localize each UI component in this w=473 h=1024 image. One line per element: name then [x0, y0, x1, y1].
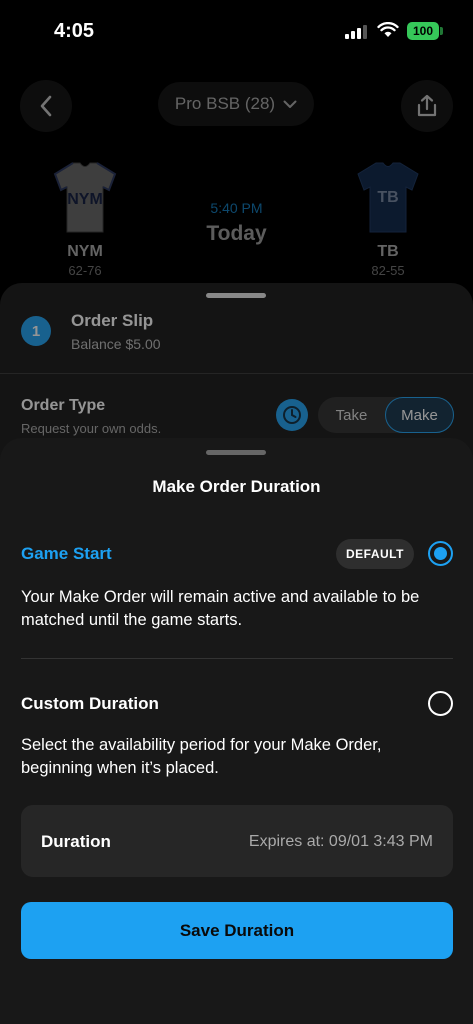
sheet-title: Make Order Duration: [152, 477, 321, 496]
battery-tip: [440, 27, 443, 35]
game-start-radio[interactable]: [428, 541, 453, 566]
order-sheet-grab-handle[interactable]: [206, 293, 266, 298]
cellular-signal-icon: [345, 25, 367, 39]
away-team-record: 62-76: [68, 263, 102, 278]
order-slip-title: Order Slip: [71, 311, 154, 330]
away-jersey-text: NYM: [67, 191, 103, 208]
away-team: NYM NYM 62-76: [45, 160, 125, 278]
game-start-option-title[interactable]: Game Start: [21, 544, 112, 564]
take-option[interactable]: Take: [318, 397, 385, 433]
jersey-icon: TB: [357, 162, 419, 233]
status-time: 4:05: [54, 20, 95, 42]
chevron-left-icon: [40, 95, 52, 117]
default-badge: DEFAULT: [336, 539, 414, 569]
divider: [0, 373, 473, 374]
back-button[interactable]: [20, 80, 72, 132]
league-label: Pro BSB (28): [174, 94, 276, 113]
away-team-abbr: NYM: [67, 243, 103, 260]
order-type-subtitle: Request your own odds.: [21, 421, 162, 436]
slip-count-badge: 1: [21, 316, 51, 346]
home-team-abbr: TB: [377, 243, 399, 260]
league-selector[interactable]: Pro BSB (28): [158, 82, 314, 126]
duration-sheet-grab-handle[interactable]: [206, 450, 266, 455]
share-icon: [417, 94, 437, 117]
balance-label: Balance $5.00: [71, 336, 161, 352]
divider: [21, 658, 453, 659]
make-order-duration-sheet: Make Order Duration Game Start DEFAULT Y…: [0, 438, 473, 1024]
custom-duration-option-title[interactable]: Custom Duration: [21, 694, 159, 714]
game-start-description: Your Make Order will remain active and a…: [21, 588, 420, 629]
expiry-value: Expires at: 09/01 3:43 PM: [248, 833, 433, 850]
game-header: Pro BSB (28) NYM NYM 62-76 5:40 PM Today…: [0, 60, 473, 290]
wifi-icon: [377, 22, 399, 37]
custom-duration-radio[interactable]: [428, 691, 453, 716]
jersey-icon: NYM: [53, 162, 117, 233]
order-type-title: Order Type: [21, 397, 106, 414]
order-type-toggle: Take Make: [318, 397, 454, 433]
chevron-down-icon: [283, 100, 297, 108]
battery-icon: 100: [407, 22, 439, 40]
game-time: 5:40 PM: [210, 200, 263, 216]
status-bar: 4:05 100: [0, 0, 473, 60]
duration-label: Duration: [41, 832, 111, 851]
home-team: TB TB 82-55: [348, 160, 428, 278]
duration-picker-row[interactable]: Duration Expires at: 09/01 3:43 PM: [21, 805, 453, 877]
clock-icon: [283, 406, 301, 424]
home-team-record: 82-55: [371, 263, 405, 278]
share-button[interactable]: [401, 80, 453, 132]
game-day: Today: [206, 222, 267, 245]
custom-duration-description: Select the availability period for your …: [21, 736, 382, 777]
home-jersey-text: TB: [377, 189, 398, 206]
duration-clock-button[interactable]: [276, 399, 308, 431]
save-duration-button[interactable]: Save Duration: [21, 902, 453, 959]
make-option[interactable]: Make: [385, 397, 454, 433]
